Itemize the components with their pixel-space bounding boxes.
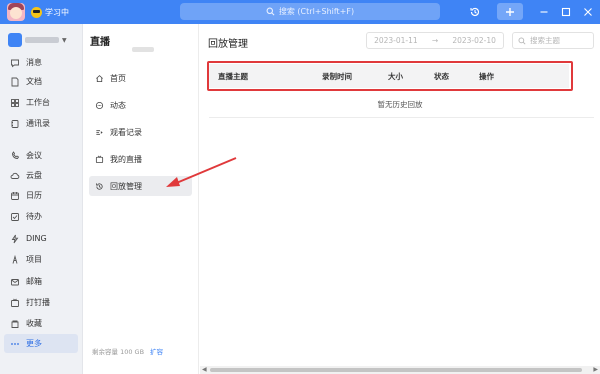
annotation-highlight-box: [207, 61, 573, 91]
sidebar-item-ding[interactable]: DING: [4, 229, 78, 248]
topic-search-placeholder: 搜索主题: [530, 36, 560, 45]
sidebar-item-message[interactable]: 消息: [4, 53, 78, 72]
plus-icon[interactable]: [497, 3, 523, 20]
status-chip[interactable]: 学习中: [31, 5, 69, 19]
sidebar-item-label: 工作台: [26, 98, 50, 107]
sidebar-item-label: DING: [26, 234, 47, 243]
project-icon: [10, 254, 20, 265]
sidebar-item-favorite[interactable]: 收藏: [4, 314, 78, 333]
sidebar-item-workbench[interactable]: 工作台: [4, 93, 78, 112]
horizontal-scrollbar[interactable]: ◀ ▶: [200, 366, 600, 374]
annotation-arrow: [166, 157, 237, 187]
sidebar-item-label: 更多: [26, 339, 42, 348]
live-subnav: 直播 首页 动态 观看记录 我的直播 回放管理 剩余容量 100 GB 扩容: [84, 24, 199, 374]
scrollbar-thumb[interactable]: [210, 368, 582, 372]
sidebar-item-document[interactable]: 文档: [4, 72, 78, 91]
nav-item-home[interactable]: 首页: [89, 68, 192, 88]
contacts-icon: [10, 119, 20, 129]
workbench-icon: [10, 98, 20, 108]
sidebar-item-label: 收藏: [26, 319, 42, 328]
replay-icon: [96, 182, 103, 190]
expand-storage-link[interactable]: 扩容: [150, 346, 163, 356]
topic-search-input[interactable]: 搜索主题: [512, 32, 594, 49]
nav-item-watch-history[interactable]: 观看记录: [89, 122, 192, 142]
watch-history-icon: [96, 129, 103, 135]
my-live-icon: [95, 155, 104, 163]
scroll-left-icon[interactable]: ◀: [202, 366, 207, 373]
org-logo-icon: [8, 33, 22, 47]
more-icon: [10, 339, 20, 349]
sidebar-item-label: 邮箱: [26, 277, 42, 286]
minimize-icon[interactable]: [537, 5, 551, 19]
org-name-redacted: [25, 37, 59, 43]
nav-item-label: 首页: [110, 73, 126, 83]
sidebar-item-label: 消息: [26, 58, 42, 67]
date-start: 2023-01-11: [374, 36, 418, 45]
close-icon[interactable]: [581, 5, 595, 19]
sidebar-item-cloud[interactable]: 云盘: [4, 166, 78, 185]
calendar-icon: [10, 191, 20, 201]
status-label: 学习中: [45, 7, 69, 17]
page-title: 回放管理: [208, 39, 248, 50]
subnav-subtitle-redacted: [132, 47, 154, 52]
date-arrow-icon: →: [431, 36, 439, 45]
search-icon: [266, 7, 275, 16]
table-divider: [209, 117, 594, 118]
sidebar-item-calendar[interactable]: 日历: [4, 186, 78, 205]
date-range-picker[interactable]: 2023-01-11 → 2023-02-10: [366, 32, 504, 49]
nav-item-label: 回放管理: [110, 181, 142, 191]
nav-item-label: 观看记录: [110, 127, 142, 137]
nav-item-dynamic[interactable]: 动态: [89, 95, 192, 115]
todo-icon: [10, 212, 20, 222]
mail-icon: [10, 277, 20, 287]
scroll-right-icon[interactable]: ▶: [593, 366, 598, 373]
home-icon: [96, 74, 103, 82]
main-sidebar: ▼ 消息 文档 工作台 通讯录 会议 云盘 日历 待办 DING 项目 邮箱 打…: [0, 24, 83, 374]
nav-item-label: 动态: [110, 100, 126, 110]
message-icon: [10, 58, 20, 68]
global-search-input[interactable]: 搜索 (Ctrl+Shift+F): [180, 3, 440, 20]
sidebar-item-project[interactable]: 项目: [4, 250, 78, 269]
meeting-icon: [10, 150, 20, 161]
cloud-icon: [10, 171, 20, 181]
sunglasses-emoji-icon: [31, 6, 42, 18]
dynamic-icon: [95, 101, 104, 109]
date-end: 2023-02-10: [452, 36, 496, 45]
live-icon: [10, 298, 20, 308]
history-icon[interactable]: [468, 5, 482, 19]
sidebar-item-label: 文档: [26, 77, 42, 86]
sidebar-item-label: 项目: [26, 255, 42, 264]
sidebar-item-label: 打钉播: [26, 298, 50, 307]
sidebar-item-mail[interactable]: 邮箱: [4, 272, 78, 291]
sidebar-item-label: 日历: [26, 191, 42, 200]
sidebar-item-more[interactable]: 更多: [4, 334, 78, 353]
nav-item-label: 我的直播: [110, 154, 142, 164]
org-switcher[interactable]: ▼: [8, 33, 67, 47]
ding-icon: [10, 234, 20, 244]
subnav-title: 直播: [90, 37, 110, 48]
empty-state-text: 暂无历史回放: [377, 100, 423, 109]
favorite-icon: [10, 319, 20, 329]
sidebar-item-label: 会议: [26, 151, 42, 160]
storage-text: 剩余容量 100 GB: [92, 348, 145, 356]
chevron-down-icon: ▼: [62, 36, 67, 44]
sidebar-item-todo[interactable]: 待办: [4, 207, 78, 226]
sidebar-item-label: 待办: [26, 212, 42, 221]
maximize-icon[interactable]: [559, 5, 573, 19]
sidebar-item-live[interactable]: 打钉播: [4, 293, 78, 312]
sidebar-item-contacts[interactable]: 通讯录: [4, 114, 78, 133]
sidebar-item-label: 云盘: [26, 171, 42, 180]
search-icon: [518, 37, 526, 45]
storage-info: 剩余容量 100 GB 扩容: [92, 346, 163, 356]
sidebar-item-meeting[interactable]: 会议: [4, 146, 78, 165]
user-avatar[interactable]: [7, 3, 25, 21]
document-icon: [10, 77, 20, 87]
global-search-placeholder: 搜索 (Ctrl+Shift+F): [278, 7, 355, 16]
title-bar: 学习中 搜索 (Ctrl+Shift+F): [0, 0, 600, 24]
sidebar-item-label: 通讯录: [26, 119, 50, 128]
